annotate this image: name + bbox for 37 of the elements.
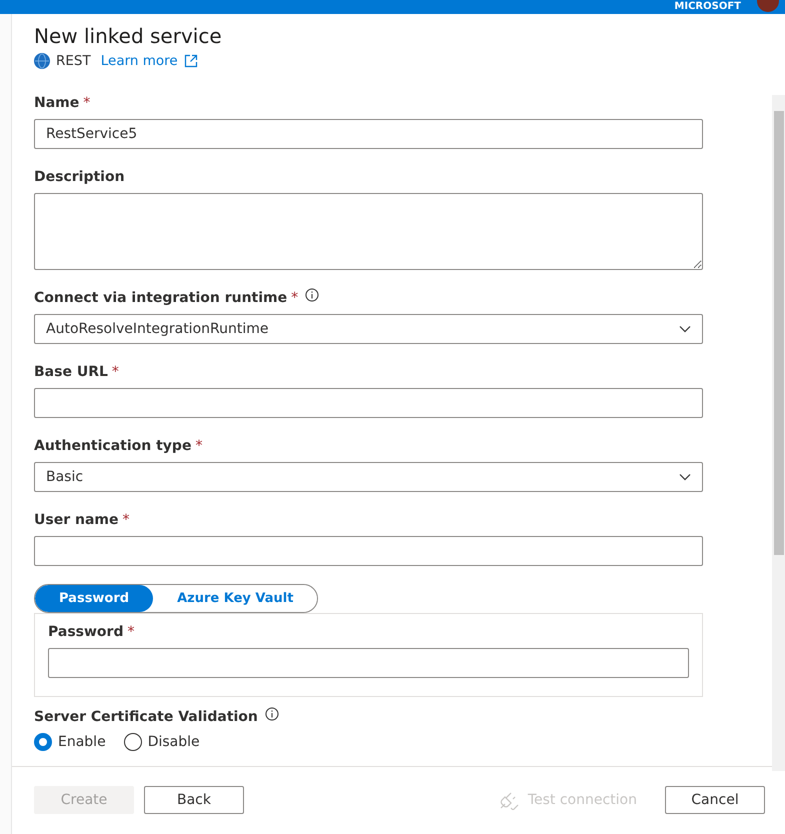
text-area[interactable]: [34, 193, 703, 270]
field-label: Base URL: [34, 364, 108, 380]
footer-button[interactable]: Back: [144, 786, 244, 814]
field-label: Server Certificate Validation: [34, 709, 258, 725]
field-label: Description: [34, 169, 125, 185]
dropdown[interactable]: Basic: [34, 462, 703, 492]
toggle-tab[interactable]: Password: [35, 585, 154, 612]
field-label: User name: [34, 512, 118, 528]
radio-option[interactable]: Enable: [34, 733, 106, 751]
connector-name: REST: [56, 53, 91, 69]
radio-option[interactable]: Disable: [124, 733, 200, 751]
input-field[interactable]: [34, 536, 703, 566]
chevron-down-icon: [679, 325, 691, 333]
required-mark: *: [127, 624, 134, 640]
field-label: Password: [48, 624, 124, 640]
learn-more-link[interactable]: Learn more: [100, 53, 178, 69]
plug-icon: [498, 790, 520, 810]
required-mark: *: [195, 438, 202, 454]
required-mark: *: [83, 95, 90, 111]
required-mark: *: [122, 512, 130, 528]
required-mark: *: [112, 364, 119, 380]
dropdown[interactable]: AutoResolveIntegrationRuntime: [34, 314, 703, 344]
external-link-icon: [184, 54, 198, 68]
required-mark: *: [291, 290, 298, 306]
globe-icon: [34, 53, 50, 69]
account-name: MICROSOFT: [674, 1, 741, 13]
chevron-down-icon: [679, 473, 691, 481]
field-label: Connect via integration runtime: [34, 290, 288, 306]
cancel-button[interactable]: Cancel: [665, 786, 765, 814]
field-label: Authentication type: [34, 438, 192, 454]
panel-title: New linked service: [34, 23, 223, 50]
input-field[interactable]: RestService5: [34, 119, 703, 149]
avatar-icon[interactable]: [757, 0, 779, 12]
field-label: Name: [34, 95, 80, 111]
scrollbar[interactable]: [772, 95, 785, 771]
input-field[interactable]: [34, 388, 703, 418]
password-field[interactable]: [48, 648, 689, 678]
